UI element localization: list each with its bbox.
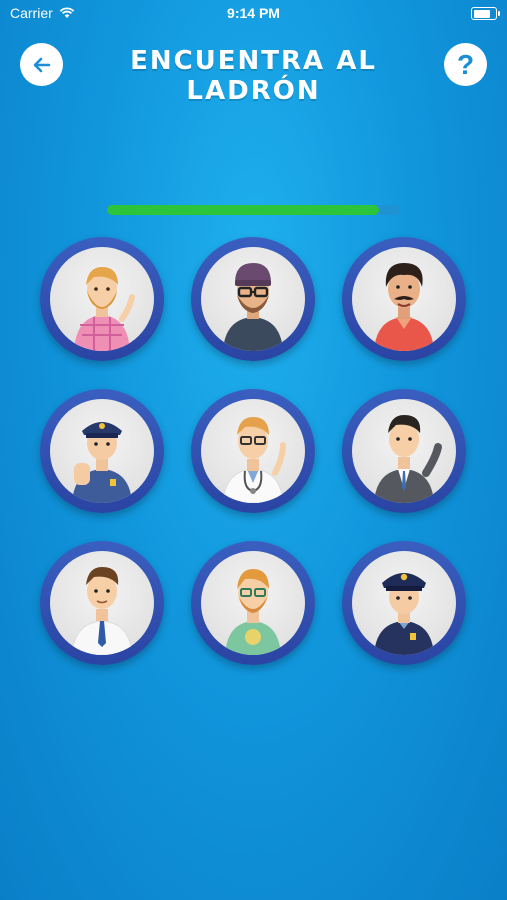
suspect-avatar [201,399,305,503]
arrow-left-icon [33,57,50,72]
avatar-button-8[interactable] [191,541,315,665]
avatar-button-2[interactable] [191,237,315,361]
suspect-avatar [352,551,456,655]
suspect-avatar [50,399,154,503]
suspect-avatar [201,247,305,351]
clock: 9:14 PM [227,5,280,21]
suspect-avatar [201,551,305,655]
avatar-button-1[interactable] [40,237,164,361]
suspect-avatar [352,247,456,351]
person-icon [222,417,286,503]
back-button[interactable] [20,43,63,86]
avatar-button-4[interactable] [40,389,164,513]
status-bar: Carrier 9:14 PM [0,0,507,28]
person-icon [223,263,283,351]
person-icon [74,267,135,351]
avatar-button-3[interactable] [342,237,466,361]
suspect-avatar [352,399,456,503]
avatar-button-6[interactable] [342,389,466,513]
progress-fill [107,205,380,215]
avatar-button-5[interactable] [191,389,315,513]
progress-bar [107,205,400,215]
avatar-button-7[interactable] [40,541,164,665]
person-icon [374,263,434,351]
person-icon [374,415,442,503]
person-icon [374,573,434,655]
person-icon [225,569,281,655]
avatar-button-9[interactable] [342,541,466,665]
person-icon [72,422,132,503]
person-icon [71,567,133,655]
suspect-avatar [50,551,154,655]
battery-icon [471,7,500,20]
suspect-avatar [50,247,154,351]
help-button[interactable]: ? [444,43,487,86]
question-mark-icon: ? [456,48,475,80]
suspect-grid [40,237,470,667]
page-title: ENCUENTRA AL LADRÓN [130,46,377,106]
